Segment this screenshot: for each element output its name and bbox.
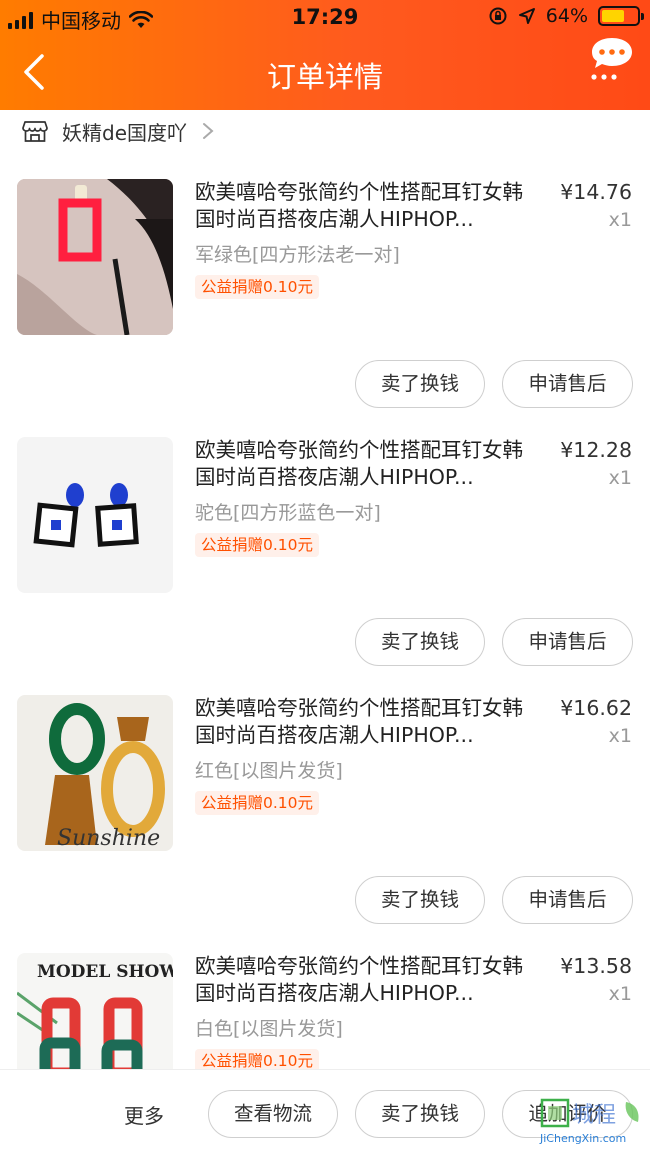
location-icon — [518, 8, 535, 24]
product-quantity: x1 — [608, 983, 632, 1005]
sell-for-cash-button[interactable]: 卖了换钱 — [355, 876, 485, 924]
bottom-action-bar: 更多 查看物流 卖了换钱 追加评价 城程 JiChengXin.com — [0, 1069, 650, 1156]
store-icon — [22, 121, 48, 142]
charity-badge: 公益捐赠0.10元 — [195, 275, 320, 299]
chevron-right-icon — [203, 123, 214, 139]
chat-more-icon[interactable] — [588, 34, 636, 82]
image-caption: MODEL SHOW — [37, 962, 173, 982]
order-item[interactable]: 欧美嘻哈夸张简约个性搭配耳钉女韩国时尚百搭夜店潮人HIPHOP... ¥12.2… — [0, 437, 650, 695]
more-button[interactable]: 更多 — [124, 1100, 164, 1129]
product-title[interactable]: 欧美嘻哈夸张简约个性搭配耳钉女韩国时尚百搭夜店潮人HIPHOP... — [195, 953, 537, 1007]
sell-for-cash-button[interactable]: 卖了换钱 — [355, 360, 485, 408]
product-quantity: x1 — [608, 467, 632, 489]
after-sales-button[interactable]: 申请售后 — [502, 360, 633, 408]
product-variant: 白色[以图片发货] — [195, 1018, 343, 1040]
product-title[interactable]: 欧美嘻哈夸张简约个性搭配耳钉女韩国时尚百搭夜店潮人HIPHOP... — [195, 437, 537, 491]
status-bar: 中国移动 17:29 64% — [0, 0, 650, 36]
watermark-url: JiChengXin.com — [539, 1132, 626, 1145]
product-variant: 驼色[四方形蓝色一对] — [195, 502, 381, 524]
product-image[interactable] — [17, 437, 173, 593]
sell-for-cash-button[interactable]: 卖了换钱 — [355, 1090, 485, 1138]
product-quantity: x1 — [608, 725, 632, 747]
after-sales-button[interactable]: 申请售后 — [502, 876, 633, 924]
battery-icon — [598, 6, 644, 26]
product-price: ¥14.76 — [560, 180, 632, 204]
view-logistics-button[interactable]: 查看物流 — [208, 1090, 338, 1138]
order-item[interactable]: Sunshine 欧美嘻哈夸张简约个性搭配耳钉女韩国时尚百搭夜店潮人HIPHOP… — [0, 695, 650, 953]
orientation-lock-icon — [489, 7, 507, 25]
charity-badge: 公益捐赠0.10元 — [195, 533, 320, 557]
product-image[interactable] — [17, 179, 173, 335]
product-title[interactable]: 欧美嘻哈夸张简约个性搭配耳钉女韩国时尚百搭夜店潮人HIPHOP... — [195, 179, 537, 233]
watermark-logo: 城程 JiChengXin.com — [539, 1098, 639, 1145]
charity-badge: 公益捐赠0.10元 — [195, 791, 320, 815]
after-sales-button[interactable]: 申请售后 — [502, 618, 633, 666]
watermark-text: 城程 — [572, 1103, 616, 1128]
product-quantity: x1 — [608, 209, 632, 231]
store-name: 妖精de国度吖 — [62, 120, 187, 145]
product-variant: 军绿色[四方形法老一对] — [195, 244, 400, 266]
page-title: 订单详情 — [266, 60, 383, 94]
product-price: ¥16.62 — [560, 696, 632, 720]
store-link[interactable]: 妖精de国度吖 — [22, 116, 215, 146]
product-variant: 红色[以图片发货] — [195, 760, 343, 782]
order-item[interactable]: 欧美嘻哈夸张简约个性搭配耳钉女韩国时尚百搭夜店潮人HIPHOP... ¥14.7… — [0, 179, 650, 437]
image-caption: Sunshine — [57, 826, 160, 851]
battery-percent: 64% — [545, 5, 588, 27]
product-price: ¥13.58 — [560, 954, 632, 978]
header-bar: 中国移动 17:29 64% 订单详情 — [0, 0, 650, 110]
product-price: ¥12.28 — [560, 438, 632, 462]
product-title[interactable]: 欧美嘻哈夸张简约个性搭配耳钉女韩国时尚百搭夜店潮人HIPHOP... — [195, 695, 537, 749]
product-image[interactable]: Sunshine — [17, 695, 173, 851]
sell-for-cash-button[interactable]: 卖了换钱 — [355, 618, 485, 666]
